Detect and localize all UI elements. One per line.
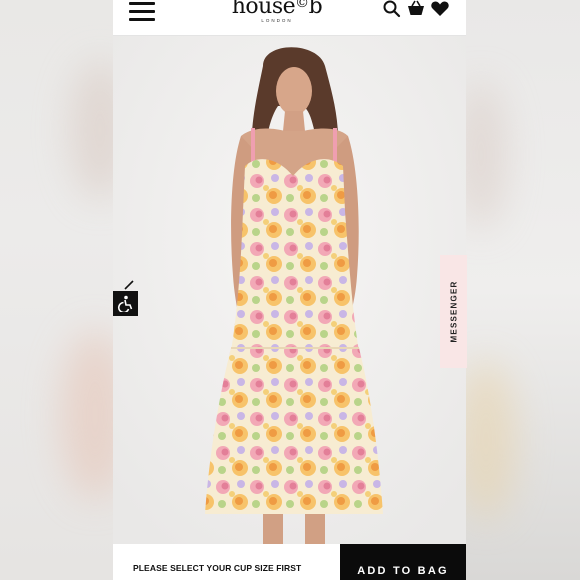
header-icons	[382, 0, 450, 18]
logo-subtitle: LONDON	[261, 18, 293, 23]
product-image[interactable]	[113, 36, 466, 544]
add-to-bag-button[interactable]: ADD TO BAG	[340, 544, 466, 580]
search-icon[interactable]	[382, 0, 402, 18]
product-photo-illustration	[113, 36, 466, 544]
messenger-label: MESSENGER	[449, 280, 459, 343]
wheelchair-icon	[117, 295, 133, 312]
messenger-tab[interactable]: MESSENGER	[440, 255, 467, 368]
site-logo[interactable]: house©b	[221, 0, 333, 19]
accessibility-cursor-icon	[124, 280, 134, 290]
phone-screen: house©b LONDON	[113, 0, 466, 580]
right-blur-panel	[456, 0, 580, 580]
accessibility-button[interactable]	[113, 291, 138, 316]
left-blur-panel	[0, 0, 130, 580]
heart-icon[interactable]	[430, 0, 450, 18]
basket-icon[interactable]	[406, 0, 426, 18]
bottom-action-bar: PLEASE SELECT YOUR CUP SIZE FIRST ADD TO…	[113, 544, 466, 580]
cup-size-message: PLEASE SELECT YOUR CUP SIZE FIRST	[133, 563, 302, 573]
site-header: house©b LONDON	[113, 0, 466, 36]
menu-icon[interactable]	[129, 2, 155, 22]
